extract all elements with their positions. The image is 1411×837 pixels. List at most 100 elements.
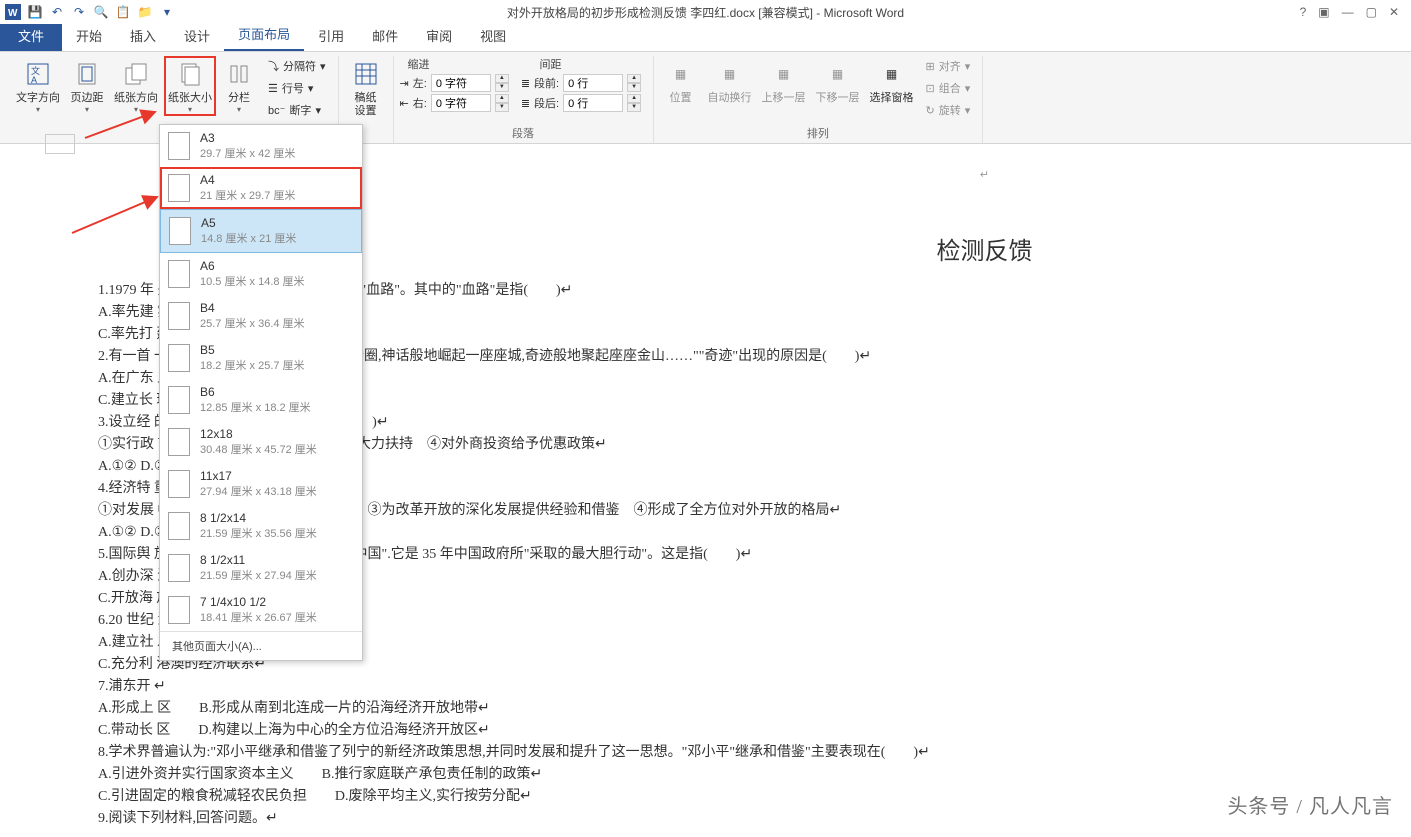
word-app-icon: W [4,3,22,21]
columns-icon [223,58,255,90]
tab-file[interactable]: 文件 [0,20,62,51]
size-dimensions: 30.48 厘米 x 45.72 厘米 [200,441,317,457]
size-dimensions: 14.8 厘米 x 21 厘米 [201,230,296,246]
bring-forward-icon: ▦ [768,58,800,90]
page-icon [168,512,190,540]
text-direction-icon: 文A [22,58,54,90]
tab-home[interactable]: 开始 [62,20,116,51]
size-dimensions: 25.7 厘米 x 36.4 厘米 [200,315,305,331]
group-icon: ⊡ [926,82,935,95]
group-button[interactable]: ⊡组合 ▾ [920,78,977,98]
size-option-12x18[interactable]: 12x1830.48 厘米 x 45.72 厘米 [160,421,362,463]
spinner-down[interactable]: ▼ [627,83,641,92]
tab-mailings[interactable]: 邮件 [358,20,412,51]
indent-right-icon: ⇤ [400,97,409,110]
size-dimensions: 27.94 厘米 x 43.18 厘米 [200,483,317,499]
text-direction-button[interactable]: 文A 文字方向▾ [12,56,64,116]
size-option-b6[interactable]: B612.85 厘米 x 18.2 厘米 [160,379,362,421]
minimize-icon[interactable]: — [1342,5,1354,19]
tab-view[interactable]: 视图 [466,20,520,51]
manuscript-button[interactable]: 稿纸 设置 [345,56,387,120]
spacing-after-icon: ≣ [521,97,530,110]
document-line[interactable]: C.引进固定的粮食税减轻农民负担 D.废除平均主义,实行按劳分配↵ [98,786,1351,807]
size-name: 11x17 [200,469,317,483]
orientation-button[interactable]: 纸张方向▾ [110,56,162,116]
document-line[interactable]: A.形成上 区 B.形成从南到北连成一片的沿海经济开放地带↵ [98,698,1351,719]
tab-review[interactable]: 审阅 [412,20,466,51]
size-option-812x14[interactable]: 8 1/2x1421.59 厘米 x 35.56 厘米 [160,505,362,547]
size-option-a3[interactable]: A329.7 厘米 x 42 厘米 [160,125,362,167]
size-option-a5[interactable]: A514.8 厘米 x 21 厘米 [160,209,362,253]
size-option-a4[interactable]: A421 厘米 x 29.7 厘米 [160,167,362,209]
qat-dropdown-icon[interactable]: ▾ [158,3,176,21]
size-name: 8 1/2x11 [200,553,317,567]
document-title: 对外开放格局的初步形成检测反馈 李四红.docx [兼容模式] - Micros… [507,4,904,21]
close-icon[interactable]: ✕ [1389,5,1399,19]
paper-size-dropdown: A329.7 厘米 x 42 厘米A421 厘米 x 29.7 厘米A514.8… [159,124,363,661]
document-line[interactable]: C.带动长 区 D.构建以上海为中心的全方位沿海经济开放区↵ [98,720,1351,741]
wrap-icon: ▦ [714,58,746,90]
help-icon[interactable]: ? [1300,5,1307,19]
position-button[interactable]: ▦位置 [660,56,702,107]
paper-size-button[interactable]: 纸张大小▾ [164,56,216,116]
align-button[interactable]: ⊞对齐 ▾ [920,56,977,76]
size-option-b5[interactable]: B518.2 厘米 x 25.7 厘米 [160,337,362,379]
document-line[interactable]: 8.学术界普遍认为:"邓小平继承和借鉴了列宁的新经济政策思想,并同时发展和提升了… [98,742,1351,763]
selection-pane-button[interactable]: ▦选择窗格 [866,56,918,107]
tab-design[interactable]: 设计 [170,20,224,51]
columns-button[interactable]: 分栏▾ [218,56,260,116]
hyphenation-button[interactable]: bc⁻断字 ▾ [262,100,332,120]
indent-left-icon: ⇥ [400,77,409,90]
page-icon [168,260,190,288]
spinner-down[interactable]: ▼ [495,83,509,92]
spacing-before-input[interactable] [563,74,623,92]
breaks-button[interactable]: ⤵分隔符 ▾ [262,56,332,76]
other-page-size[interactable]: 其他页面大小(A)... [160,631,362,660]
document-line[interactable]: 7.浦东开 ↵ [98,676,1351,697]
spinner-down[interactable]: ▼ [495,103,509,112]
wrap-text-button[interactable]: ▦自动换行 [704,56,756,107]
tab-insert[interactable]: 插入 [116,20,170,51]
maximize-icon[interactable]: ▢ [1366,5,1377,19]
redo-icon[interactable]: ↷ [70,3,88,21]
rotate-icon: ↻ [926,104,935,117]
qat-icon-3[interactable]: 📁 [136,3,154,21]
margins-button[interactable]: 页边距▾ [66,56,108,116]
page-icon [168,596,190,624]
spinner-down[interactable]: ▼ [627,103,641,112]
spinner-up[interactable]: ▲ [495,74,509,83]
size-option-11x17[interactable]: 11x1727.94 厘米 x 43.18 厘米 [160,463,362,505]
size-name: B4 [200,301,305,315]
qat-icon-2[interactable]: 📋 [114,3,132,21]
size-option-812x11[interactable]: 8 1/2x1121.59 厘米 x 27.94 厘米 [160,547,362,589]
line-numbers-button[interactable]: ☰行号 ▾ [262,78,332,98]
qat-icon-1[interactable]: 🔍 [92,3,110,21]
save-icon[interactable]: 💾 [26,3,44,21]
size-option-b4[interactable]: B425.7 厘米 x 36.4 厘米 [160,295,362,337]
svg-text:W: W [8,8,18,19]
send-backward-button[interactable]: ▦下移一层 [812,56,864,107]
indent-left-input[interactable] [431,74,491,92]
size-dimensions: 18.41 厘米 x 26.67 厘米 [200,609,317,625]
undo-icon[interactable]: ↶ [48,3,66,21]
rotate-button[interactable]: ↻旋转 ▾ [920,100,977,120]
spinner-up[interactable]: ▲ [495,94,509,103]
indent-right-input[interactable] [431,94,491,112]
document-line[interactable]: 9.阅读下列材料,回答问题。↵ [98,808,1351,829]
spinner-up[interactable]: ▲ [627,74,641,83]
size-option-a6[interactable]: A610.5 厘米 x 14.8 厘米 [160,253,362,295]
spinner-up[interactable]: ▲ [627,94,641,103]
size-option-714x1012[interactable]: 7 1/4x10 1/218.41 厘米 x 26.67 厘米 [160,589,362,631]
margins-icon [71,58,103,90]
size-name: 12x18 [200,427,317,441]
spacing-after-input[interactable] [563,94,623,112]
document-line[interactable] [98,830,1351,837]
orientation-icon [120,58,152,90]
group-arrange: ▦位置 ▦自动换行 ▦上移一层 ▦下移一层 ▦选择窗格 ⊞对齐 ▾ ⊡组合 ▾ … [654,56,984,143]
ribbon-toggle-icon[interactable]: ▣ [1318,5,1329,19]
size-dimensions: 21.59 厘米 x 35.56 厘米 [200,525,317,541]
document-line[interactable]: A.引进外资并实行国家资本主义 B.推行家庭联产承包责任制的政策↵ [98,764,1351,785]
hyphenation-icon: bc⁻ [268,104,285,117]
tab-references[interactable]: 引用 [304,20,358,51]
bring-forward-button[interactable]: ▦上移一层 [758,56,810,107]
